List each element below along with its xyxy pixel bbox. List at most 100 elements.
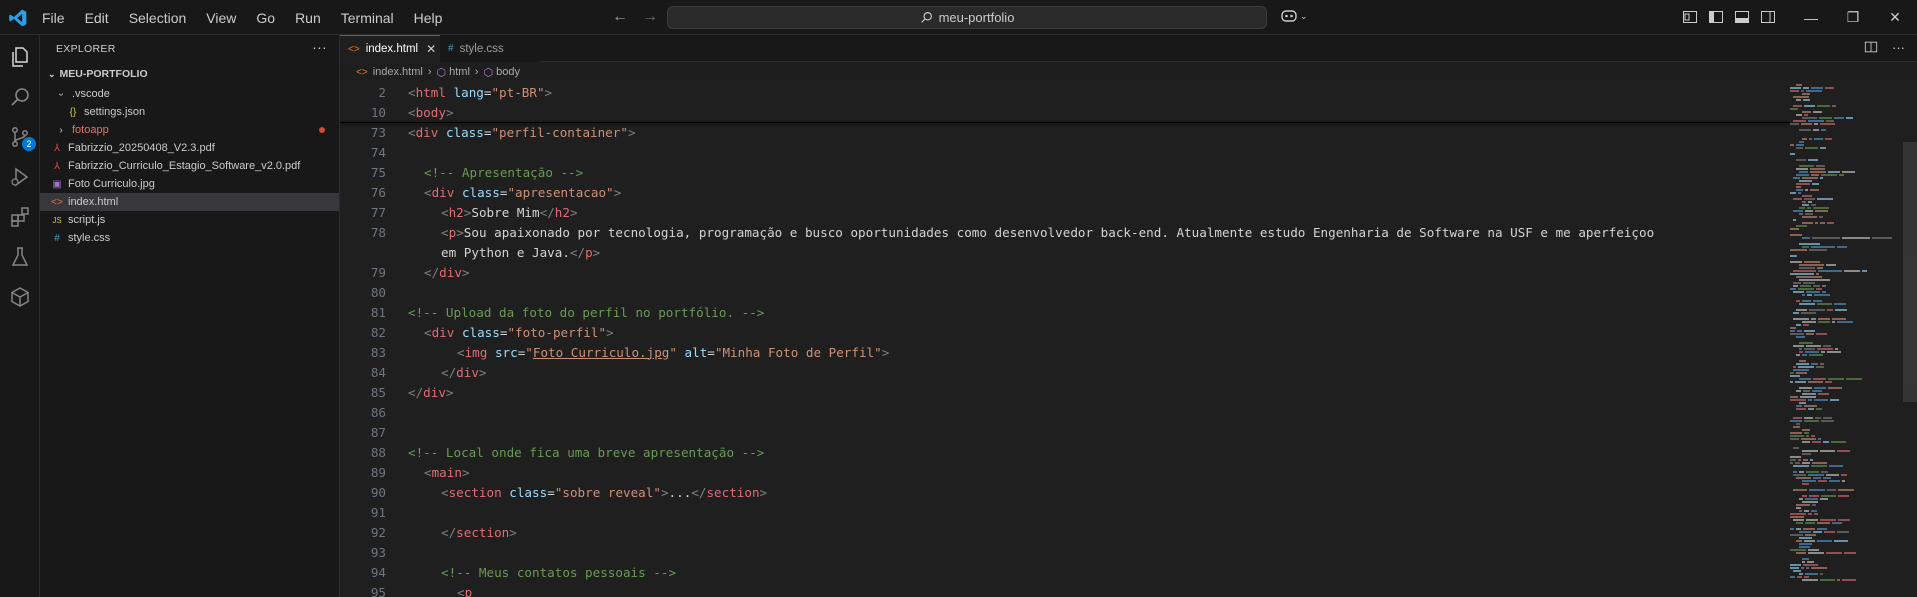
toggle-panel-icon[interactable] — [1734, 9, 1750, 25]
vertical-scrollbar[interactable] — [1903, 82, 1917, 597]
code-line: 83 <img src="Foto Curriculo.jpg" alt="Mi… — [340, 342, 889, 362]
minimap-line — [1790, 459, 1796, 461]
minimap-line — [1820, 363, 1824, 365]
back-arrow-icon[interactable]: ← — [612, 8, 628, 26]
more-actions-icon[interactable]: ··· — [312, 39, 327, 55]
line-number: 73 — [370, 124, 386, 140]
minimap-line — [1813, 129, 1819, 131]
tab-style-css[interactable]: # style.css — [440, 35, 540, 62]
minimap-line — [1802, 204, 1809, 206]
breadcrumb-file[interactable]: index.html — [373, 66, 423, 78]
restore-button[interactable]: ❐ — [1832, 9, 1874, 26]
code-text: em Python e Java.</p> — [441, 244, 601, 260]
minimap-line — [1793, 369, 1809, 371]
minimap-line — [1824, 531, 1835, 533]
minimap-line — [1804, 540, 1815, 542]
menu-go[interactable]: Go — [246, 10, 285, 26]
minimap-line — [1821, 471, 1828, 473]
minimap-line — [1834, 540, 1848, 542]
minimap-line — [1790, 435, 1804, 437]
minimap-line — [1830, 399, 1839, 401]
toggle-secondary-sidebar-icon[interactable] — [1760, 9, 1776, 25]
menu-terminal[interactable]: Terminal — [331, 10, 404, 26]
code-comment: <!-- Meus contatos pessoais --> — [441, 564, 677, 580]
tree-item-index-html[interactable]: <> index.html — [40, 193, 339, 211]
tree-item-style-css[interactable]: # style.css — [40, 229, 339, 247]
code-text: </div> — [441, 364, 487, 380]
copilot-button[interactable]: ⌄ — [1280, 8, 1308, 24]
minimap-line — [1806, 519, 1818, 521]
minimap-line — [1790, 567, 1799, 569]
minimap-line — [1801, 312, 1816, 314]
minimap-line — [1808, 159, 1818, 161]
tree-item-label: index.html — [68, 196, 119, 208]
explorer-icon[interactable] — [8, 45, 32, 69]
tree-item-fotoapp[interactable]: › fotoapp — [40, 121, 339, 139]
minimap-line — [1802, 138, 1807, 140]
minimap-line — [1790, 234, 1802, 236]
minimap-line — [1799, 387, 1812, 389]
tree-item-pdf-1[interactable]: ⅄ Fabrizzio_20250408_V2.3.pdf — [40, 139, 339, 157]
minimap-line — [1796, 507, 1801, 509]
minimap-line — [1805, 534, 1816, 536]
code-editor[interactable]: 2 <html lang="pt-BR"> 10 <body> 73 <div … — [340, 82, 1917, 597]
search-view-icon[interactable] — [8, 85, 32, 109]
minimap-line — [1806, 345, 1821, 347]
menu-edit[interactable]: Edit — [75, 10, 119, 26]
minimap-line — [1798, 459, 1801, 461]
source-control-icon[interactable]: 2 — [8, 125, 36, 151]
minimap-line — [1798, 192, 1801, 194]
minimap-line — [1793, 318, 1809, 320]
toggle-primary-sidebar-icon[interactable] — [1708, 9, 1724, 25]
minimap-line — [1790, 327, 1796, 329]
tree-item-settings-json[interactable]: {} settings.json — [40, 103, 339, 121]
minimap-line — [1799, 573, 1803, 575]
tab-index-html[interactable]: <> index.html ✕ — [340, 35, 440, 62]
command-center-search[interactable]: meu-portfolio — [667, 6, 1267, 29]
minimap-line — [1805, 351, 1819, 353]
testing-icon[interactable] — [8, 245, 32, 269]
remote-explorer-icon[interactable] — [8, 285, 32, 309]
minimap-line — [1804, 114, 1808, 116]
menu-file[interactable]: File — [32, 10, 75, 26]
minimap-line — [1796, 477, 1811, 479]
tree-item-foto-curriculo[interactable]: ▣ Foto Curriculo.jpg — [40, 175, 339, 193]
vscode-logo-icon[interactable] — [8, 8, 28, 28]
forward-arrow-icon[interactable]: → — [642, 8, 658, 26]
minimap-line — [1796, 522, 1803, 524]
tree-item-pdf-2[interactable]: ⅄ Fabrizzio_Curriculo_Estagio_Software_v… — [40, 157, 339, 175]
more-actions-icon[interactable]: ··· — [1892, 40, 1905, 55]
close-window-button[interactable]: ✕ — [1874, 9, 1916, 26]
tree-item-script-js[interactable]: JS script.js — [40, 211, 339, 229]
minimap-line — [1829, 465, 1843, 467]
close-tab-icon[interactable]: ✕ — [426, 42, 436, 56]
menu-selection[interactable]: Selection — [119, 10, 197, 26]
minimap-line — [1820, 222, 1825, 224]
minimap[interactable] — [1790, 82, 1892, 597]
minimap-line — [1821, 351, 1825, 353]
menu-run[interactable]: Run — [285, 10, 331, 26]
minimap-line — [1808, 408, 1814, 410]
run-debug-icon[interactable] — [8, 165, 32, 189]
minimap-line — [1799, 303, 1815, 305]
scroll-thumb[interactable] — [1903, 142, 1917, 402]
tree-item-vscode[interactable]: › .vscode — [40, 85, 339, 103]
minimap-line — [1793, 291, 1804, 293]
minimap-line — [1810, 459, 1813, 461]
menu-view[interactable]: View — [196, 10, 246, 26]
customize-layout-icon[interactable] — [1682, 9, 1698, 25]
workspace-section[interactable]: ⌄ MEU-PORTFOLIO — [40, 63, 339, 85]
split-editor-icon[interactable] — [1864, 40, 1878, 54]
minimap-line — [1827, 309, 1833, 311]
minimap-line — [1812, 237, 1840, 239]
minimap-line — [1796, 405, 1802, 407]
extensions-icon[interactable] — [8, 205, 32, 229]
minimap-line — [1817, 348, 1833, 350]
minimize-button[interactable]: — — [1790, 10, 1832, 26]
menu-help[interactable]: Help — [404, 10, 453, 26]
minimap-line — [1808, 474, 1824, 476]
breadcrumb-body[interactable]: body — [496, 66, 520, 78]
breadcrumb-html[interactable]: html — [449, 66, 470, 78]
tab-label: style.css — [459, 42, 504, 55]
code-text: <h2>Sobre Mim</h2> — [441, 204, 578, 220]
